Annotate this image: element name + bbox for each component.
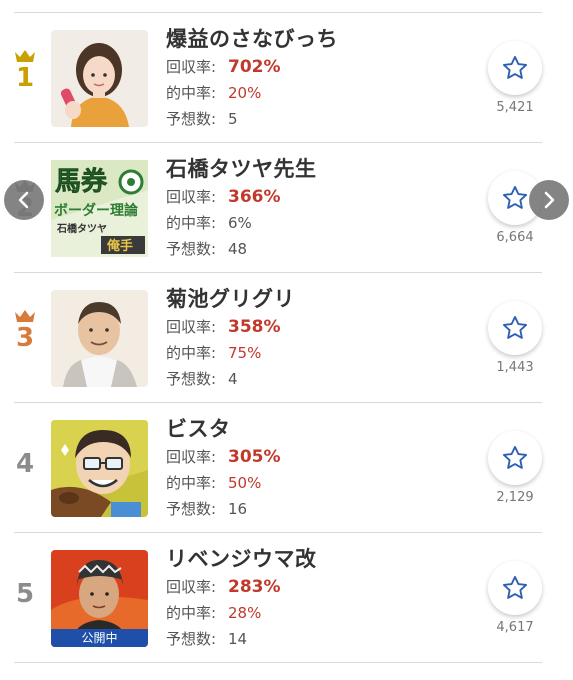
recovery-rate-label: 回収率: <box>166 578 217 596</box>
next-button[interactable] <box>529 180 569 220</box>
recovery-rate-value: 283% <box>228 577 281 597</box>
favorite-count: 4,617 <box>496 620 534 635</box>
cover-subtitle: ボーダー理論 <box>54 202 139 219</box>
predictor-name[interactable]: 爆益のさなびっち <box>166 23 338 53</box>
favorite-button[interactable] <box>488 431 542 485</box>
favorite-count: 5,421 <box>496 100 534 115</box>
favorite-button[interactable] <box>488 41 542 95</box>
predictor-name[interactable]: リベンジウマ改 <box>166 543 317 573</box>
rank-number: 1 <box>15 63 35 93</box>
ranking-row-4[interactable]: 4 ビスタ 回収率: 305% 的中率: 50% 予想数: 16 2,129 <box>14 403 542 533</box>
recovery-rate: 回収率: 305% <box>166 446 281 467</box>
ranking-row-3[interactable]: 3 菊池グリグリ 回収率: 358% 的中率: 75% 予想数: 4 1,443 <box>14 273 542 403</box>
recovery-rate-label: 回収率: <box>166 448 217 466</box>
prediction-count-value: 14 <box>228 630 248 648</box>
recovery-rate: 回収率: 702% <box>166 56 281 77</box>
recovery-rate-value: 358% <box>228 317 281 337</box>
recovery-rate: 回収率: 358% <box>166 316 281 337</box>
prediction-count: 予想数: 16 <box>166 498 247 519</box>
recovery-rate: 回収率: 366% <box>166 186 281 207</box>
bandana-man-avatar[interactable]: 公開中 <box>51 550 148 647</box>
cover-author: 石橋タツヤ <box>56 222 107 235</box>
ranking-row-1[interactable]: 1 爆益のさなびっち 回収率: 702% 的中率: 20% 予想数: 5 5,4… <box>14 13 542 143</box>
rank-number: 4 <box>15 449 35 479</box>
favorite-count: 1,443 <box>496 360 534 375</box>
star-outline-icon <box>502 445 528 469</box>
predictor-name[interactable]: 菊池グリグリ <box>166 283 295 313</box>
hit-rate-label: 的中率: <box>166 604 217 622</box>
recovery-rate-label: 回収率: <box>166 58 217 76</box>
hit-rate: 的中率: 6% <box>166 212 252 233</box>
hit-rate-label: 的中率: <box>166 84 217 102</box>
chevron-left-icon <box>18 191 29 209</box>
hit-rate-value: 75% <box>228 344 262 362</box>
star-outline-icon <box>502 185 528 209</box>
predictor-name[interactable]: ビスタ <box>166 413 231 443</box>
hit-rate-value: 20% <box>228 84 262 102</box>
recovery-rate-value: 305% <box>228 447 281 467</box>
prediction-count-label: 予想数: <box>166 370 217 388</box>
recovery-rate-label: 回収率: <box>166 318 217 336</box>
cartoon-man-avatar[interactable] <box>51 420 148 517</box>
star-outline-icon <box>502 55 528 79</box>
public-badge: 公開中 <box>51 629 148 647</box>
woman-portrait-avatar[interactable] <box>51 30 148 127</box>
rank-3: 3 <box>14 309 36 353</box>
hit-rate: 的中率: 75% <box>166 342 261 363</box>
hit-rate: 的中率: 50% <box>166 472 261 493</box>
prediction-count-label: 予想数: <box>166 630 217 648</box>
book-cover-avatar[interactable]: 馬券 ボーダー理論 石橋タツヤ 俺手 <box>51 160 148 257</box>
rank-5: 5 <box>14 579 36 609</box>
hit-rate-value: 28% <box>228 604 262 622</box>
recovery-rate-value: 366% <box>228 187 281 207</box>
prediction-count-value: 48 <box>228 240 248 258</box>
recovery-rate-label: 回収率: <box>166 188 217 206</box>
hit-rate-value: 6% <box>228 214 252 232</box>
hit-rate-label: 的中率: <box>166 214 217 232</box>
predictor-name[interactable]: 石橋タツヤ先生 <box>166 153 317 183</box>
hit-rate-label: 的中率: <box>166 474 217 492</box>
favorite-button[interactable] <box>488 561 542 615</box>
star-outline-icon <box>502 575 528 599</box>
predictor-ranking-list: 1 爆益のさなびっち 回収率: 702% 的中率: 20% 予想数: 5 5,4… <box>0 0 573 680</box>
prediction-count: 予想数: 4 <box>166 368 238 389</box>
rank-1: 1 <box>14 49 36 93</box>
favorite-button[interactable] <box>488 301 542 355</box>
chevron-right-icon <box>544 191 555 209</box>
prediction-count-value: 5 <box>228 110 238 128</box>
ranking-row-2[interactable]: 2 馬券 ボーダー理論 石橋タツヤ 俺手 石橋タツヤ先生 回収率:366% 的中… <box>14 143 542 273</box>
rank-4: 4 <box>14 449 36 479</box>
star-outline-icon <box>502 315 528 339</box>
cover-badge-text: 俺手 <box>106 238 133 254</box>
crown-icon <box>15 50 35 62</box>
favorite-count: 2,129 <box>496 490 534 505</box>
recovery-rate-value: 702% <box>228 57 281 77</box>
prediction-count-label: 予想数: <box>166 240 217 258</box>
prediction-count-value: 16 <box>228 500 248 518</box>
favorite-count: 6,664 <box>496 230 534 245</box>
hit-rate: 的中率: 20% <box>166 82 261 103</box>
prev-button[interactable] <box>4 180 44 220</box>
prediction-count-label: 予想数: <box>166 110 217 128</box>
crown-icon <box>15 310 35 322</box>
rank-number: 5 <box>15 579 35 609</box>
ranking-row-5[interactable]: 5 公開中 リベンジウマ改 回収率: 283% 的中率: 28% 予想数: 14 4,… <box>14 533 542 663</box>
hit-rate-value: 50% <box>228 474 262 492</box>
hit-rate: 的中率: 28% <box>166 602 261 623</box>
prediction-count: 予想数: 5 <box>166 108 238 129</box>
rank-number: 3 <box>15 323 35 353</box>
prediction-count: 予想数: 14 <box>166 628 247 649</box>
man-portrait-avatar[interactable] <box>51 290 148 387</box>
hit-rate-label: 的中率: <box>166 344 217 362</box>
recovery-rate: 回収率: 283% <box>166 576 281 597</box>
prediction-count-label: 予想数: <box>166 500 217 518</box>
prediction-count: 予想数: 48 <box>166 238 247 259</box>
cover-title: 馬券 <box>55 167 108 197</box>
prediction-count-value: 4 <box>228 370 238 388</box>
